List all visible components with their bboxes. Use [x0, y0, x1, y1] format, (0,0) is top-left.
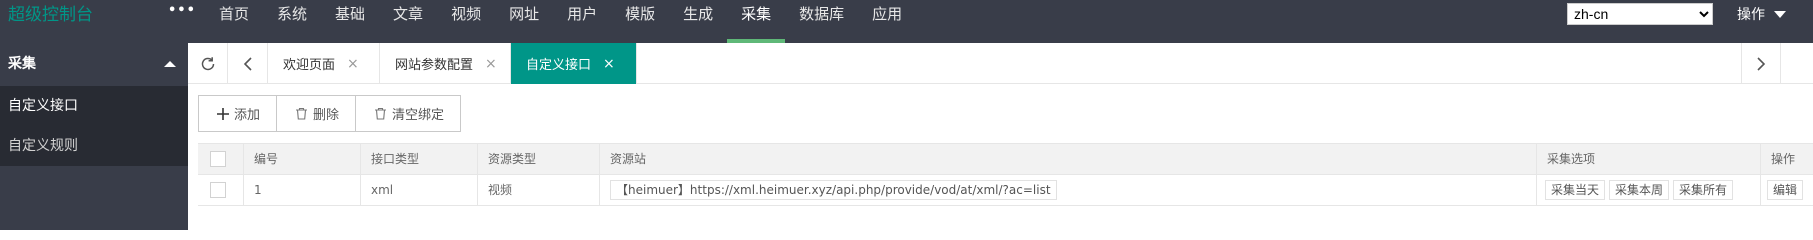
tab-bar: 欢迎页面 × 网站参数配置 × 自定义接口 × — [188, 43, 1813, 84]
tab-label: 自定义接口 — [526, 58, 592, 73]
data-table: 编号 接口类型 资源类型 资源站 采集选项 操作 1 xml 视频 【heimu… — [198, 143, 1813, 206]
nav-item-user[interactable]: 用户 — [553, 0, 611, 43]
nav-item-basic[interactable]: 基础 — [321, 0, 379, 43]
collect-week-button[interactable]: 采集本周 — [1609, 179, 1670, 200]
delete-button-label: 删除 — [313, 108, 340, 123]
add-button-label: 添加 — [234, 108, 261, 123]
header-resource-site[interactable]: 资源站 — [599, 144, 1536, 175]
clear-binding-button[interactable]: 清空绑定 — [355, 95, 462, 132]
chevron-left-icon — [243, 56, 252, 71]
tab-label: 欢迎页面 — [283, 58, 336, 73]
sidebar: 采集 自定义接口 自定义规则 — [0, 43, 188, 230]
nav-item-template[interactable]: 模版 — [611, 0, 669, 43]
nav-item-article[interactable]: 文章 — [379, 0, 437, 43]
language-select[interactable]: zh-cn — [1567, 3, 1713, 25]
edit-button[interactable]: 编辑 — [1767, 179, 1804, 200]
sidebar-section-label: 采集 — [8, 56, 36, 72]
chevron-right-icon — [1757, 56, 1766, 71]
header-collect-options[interactable]: 采集选项 — [1536, 144, 1760, 175]
main-nav: 首页 系统 基础 文章 视频 网址 用户 模版 生成 采集 数据库 应用 — [205, 0, 916, 43]
nav-item-system[interactable]: 系统 — [263, 0, 321, 43]
nav-item-generate[interactable]: 生成 — [669, 0, 727, 43]
nav-item-website[interactable]: 网址 — [495, 0, 553, 43]
nav-item-home[interactable]: 首页 — [205, 0, 263, 43]
collect-today-button[interactable]: 采集当天 — [1545, 179, 1606, 200]
cell-api-type: xml — [360, 175, 477, 206]
tab-site-config[interactable]: 网站参数配置 × — [380, 43, 511, 84]
nav-item-apps[interactable]: 应用 — [858, 0, 916, 43]
close-icon[interactable]: × — [485, 56, 497, 72]
tabs-scroll-left-button[interactable] — [228, 43, 268, 84]
close-icon[interactable]: × — [603, 56, 615, 72]
cell-resource-type: 视频 — [477, 175, 599, 206]
header-api-type[interactable]: 接口类型 — [360, 144, 477, 175]
brand-title[interactable]: 超级控制台 — [8, 0, 93, 30]
cell-actions: 编辑 — [1760, 175, 1813, 206]
cell-id: 1 — [243, 175, 360, 206]
close-icon[interactable]: × — [347, 56, 359, 72]
table-row: 1 xml 视频 【heimuer】https://xml.heimuer.xy… — [198, 175, 1813, 206]
cell-collect-options: 采集当天 采集本周 采集所有 — [1536, 175, 1760, 206]
tab-label: 网站参数配置 — [395, 58, 474, 73]
nav-item-video[interactable]: 视频 — [437, 0, 495, 43]
select-all-checkbox[interactable] — [210, 150, 226, 167]
sidebar-item-custom-api[interactable]: 自定义接口 — [0, 86, 188, 126]
header-actions[interactable]: 操作 — [1760, 144, 1813, 175]
header-id[interactable]: 编号 — [243, 144, 360, 175]
nav-item-collect[interactable]: 采集 — [727, 0, 786, 43]
plus-icon — [217, 107, 229, 120]
table-header-row: 编号 接口类型 资源类型 资源站 采集选项 操作 — [198, 144, 1813, 175]
clear-binding-button-label: 清空绑定 — [392, 108, 445, 123]
trash-icon — [375, 107, 387, 120]
caret-down-icon — [1774, 10, 1786, 18]
row-select-cell — [198, 175, 243, 206]
operations-menu[interactable]: 操作 — [1737, 4, 1786, 24]
tab-custom-api[interactable]: 自定义接口 × — [511, 43, 637, 84]
tab-welcome[interactable]: 欢迎页面 × — [268, 43, 380, 84]
collect-all-button[interactable]: 采集所有 — [1673, 179, 1734, 200]
top-bar: 超级控制台 ••• 首页 系统 基础 文章 视频 网址 用户 模版 生成 采集 … — [0, 0, 1813, 43]
delete-button[interactable]: 删除 — [276, 95, 357, 132]
more-menu-button[interactable]: ••• — [168, 3, 196, 18]
caret-up-icon — [164, 61, 176, 67]
cell-resource-site: 【heimuer】https://xml.heimuer.xyz/api.php… — [599, 175, 1536, 206]
sidebar-section-header[interactable]: 采集 — [0, 43, 188, 86]
row-checkbox[interactable] — [210, 181, 226, 198]
resource-site-tag: 【heimuer】https://xml.heimuer.xyz/api.php… — [610, 179, 1057, 200]
header-resource-type[interactable]: 资源类型 — [477, 144, 599, 175]
trash-icon — [296, 107, 308, 120]
refresh-button[interactable] — [188, 43, 228, 84]
operations-label: 操作 — [1737, 7, 1765, 23]
sidebar-item-custom-rules[interactable]: 自定义规则 — [0, 126, 188, 166]
add-button[interactable]: 添加 — [198, 95, 278, 132]
refresh-icon — [201, 56, 214, 70]
toolbar: 添加 删除 清空绑定 — [198, 95, 462, 132]
tabs-scroll-right-button[interactable] — [1741, 43, 1781, 84]
nav-item-database[interactable]: 数据库 — [785, 0, 858, 43]
select-all-cell — [198, 144, 243, 175]
